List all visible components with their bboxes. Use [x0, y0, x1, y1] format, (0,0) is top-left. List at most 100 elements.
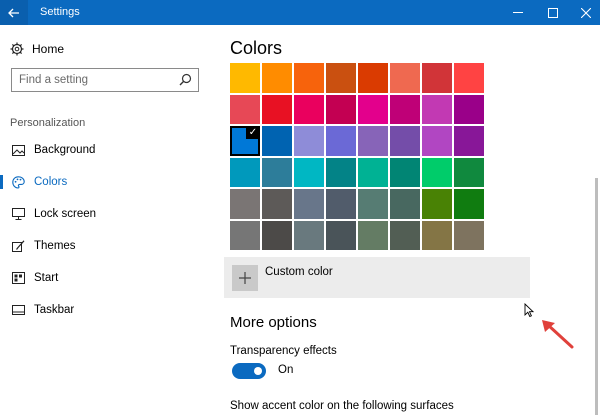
color-swatch[interactable] [230, 94, 260, 124]
color-swatch[interactable] [294, 157, 324, 187]
mouse-cursor-icon [524, 303, 534, 318]
color-swatch[interactable] [294, 126, 324, 156]
color-swatch[interactable] [454, 220, 484, 250]
color-swatch[interactable] [326, 157, 356, 187]
title-bar: Settings [0, 0, 600, 25]
search-placeholder: Find a setting [19, 74, 89, 86]
window-title: Settings [40, 6, 80, 18]
sidebar-item-colors[interactable]: Colors [0, 170, 210, 194]
toggle-knob [254, 367, 262, 375]
color-swatch[interactable] [390, 126, 420, 156]
monitor-icon [11, 207, 25, 221]
transparency-toggle[interactable] [232, 363, 266, 379]
color-swatch[interactable] [390, 157, 420, 187]
color-swatch[interactable] [358, 94, 388, 124]
color-swatch[interactable] [262, 63, 292, 93]
color-swatch[interactable] [326, 63, 356, 93]
color-swatch[interactable] [262, 157, 292, 187]
transparency-label: Transparency effects [230, 345, 337, 357]
brush-icon [11, 239, 25, 253]
color-swatch[interactable] [326, 94, 356, 124]
color-swatch[interactable] [294, 94, 324, 124]
sidebar: Home Find a setting Personalization Back… [0, 25, 210, 416]
color-swatch[interactable] [454, 126, 484, 156]
color-swatch[interactable] [422, 94, 452, 124]
close-icon [581, 7, 591, 18]
minimize-icon [513, 11, 523, 13]
color-swatch[interactable] [230, 63, 260, 93]
color-swatch[interactable] [262, 220, 292, 250]
color-swatch[interactable] [422, 157, 452, 187]
color-swatch[interactable] [294, 189, 324, 219]
color-swatch[interactable] [326, 189, 356, 219]
search-input[interactable]: Find a setting [11, 68, 199, 92]
back-button[interactable] [0, 0, 28, 25]
minimize-button[interactable] [504, 0, 532, 25]
color-swatch[interactable] [326, 126, 356, 156]
color-swatch[interactable] [230, 189, 260, 219]
color-swatch[interactable] [294, 220, 324, 250]
color-swatch[interactable] [454, 63, 484, 93]
color-swatch[interactable] [422, 126, 452, 156]
sidebar-item-lock-screen[interactable]: Lock screen [0, 202, 210, 226]
color-swatch[interactable] [230, 157, 260, 187]
color-swatch[interactable] [454, 189, 484, 219]
color-swatch[interactable] [390, 220, 420, 250]
home-label: Home [32, 42, 65, 56]
color-swatch[interactable] [358, 189, 388, 219]
color-swatch[interactable] [390, 63, 420, 93]
color-swatch[interactable] [390, 94, 420, 124]
back-arrow-icon [8, 8, 19, 17]
color-swatch[interactable] [390, 189, 420, 219]
taskbar-icon [11, 303, 25, 317]
sidebar-item-label: Themes [34, 240, 76, 252]
color-swatch[interactable] [262, 189, 292, 219]
start-tiles-icon [11, 271, 25, 285]
palette-icon [11, 175, 25, 189]
color-swatch[interactable] [422, 189, 452, 219]
sidebar-item-background[interactable]: Background [0, 138, 210, 162]
color-swatch[interactable] [230, 220, 260, 250]
scrollbar[interactable] [595, 178, 598, 415]
home-link[interactable]: Home [10, 41, 64, 57]
active-indicator [0, 175, 3, 189]
transparency-state: On [278, 364, 294, 376]
sidebar-item-themes[interactable]: Themes [0, 234, 210, 258]
sidebar-item-taskbar[interactable]: Taskbar [0, 298, 210, 322]
color-swatch[interactable] [358, 220, 388, 250]
color-palette: ✓ [230, 63, 484, 251]
main-content: Colors ✓ Custom color More options Trans… [210, 25, 600, 416]
sidebar-item-label: Taskbar [34, 304, 75, 316]
custom-color-button[interactable]: Custom color [224, 257, 530, 298]
color-swatch[interactable]: ✓ [230, 126, 260, 156]
plus-icon [232, 265, 258, 291]
color-swatch[interactable] [326, 220, 356, 250]
image-icon [11, 143, 25, 157]
checkmark-icon: ✓ [246, 126, 260, 139]
search-icon [179, 73, 192, 86]
sidebar-item-label: Lock screen [34, 208, 97, 220]
color-swatch[interactable] [454, 94, 484, 124]
color-swatch[interactable] [358, 63, 388, 93]
sidebar-item-label: Colors [34, 176, 68, 188]
custom-color-label: Custom color [265, 266, 333, 278]
annotation-arrow-icon [542, 320, 574, 349]
accent-surfaces-label: Show accent color on the following surfa… [230, 400, 454, 412]
color-swatch[interactable] [422, 220, 452, 250]
sidebar-item-label: Start [34, 272, 59, 284]
color-swatch[interactable] [358, 157, 388, 187]
more-options-heading: More options [230, 314, 317, 331]
color-swatch[interactable] [262, 94, 292, 124]
section-heading: Personalization [10, 117, 86, 129]
close-button[interactable] [572, 0, 600, 25]
maximize-icon [548, 7, 558, 18]
color-swatch[interactable] [262, 126, 292, 156]
page-title: Colors [230, 38, 283, 58]
sidebar-item-start[interactable]: Start [0, 266, 210, 290]
color-swatch[interactable] [454, 157, 484, 187]
color-swatch[interactable] [358, 126, 388, 156]
color-swatch[interactable] [422, 63, 452, 93]
sidebar-item-label: Background [34, 144, 96, 156]
maximize-button[interactable] [539, 0, 567, 25]
color-swatch[interactable] [294, 63, 324, 93]
